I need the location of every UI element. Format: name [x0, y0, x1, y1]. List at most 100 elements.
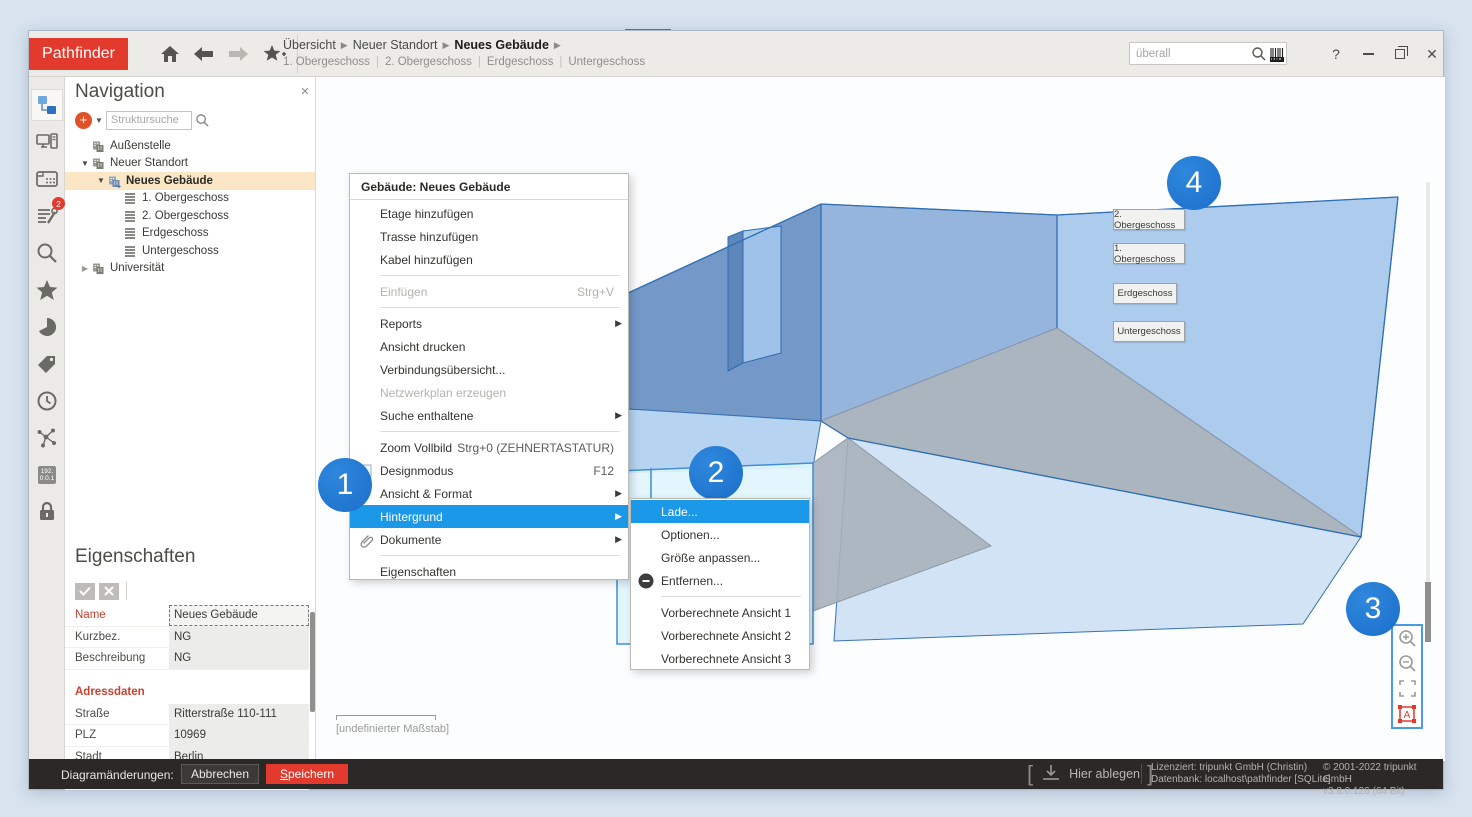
submenu-item-vorberechnete-ansicht-3[interactable]: Vorberechnete Ansicht 3 — [631, 647, 809, 670]
tree-item-neues-gebäude[interactable]: ▼Neues Gebäude — [65, 172, 315, 190]
zoom-fit-button[interactable] — [1393, 676, 1421, 701]
add-button[interactable]: + — [75, 112, 92, 129]
structure-search-input[interactable] — [106, 111, 192, 130]
property-value[interactable]: Ritterstraße 110-111 — [169, 704, 309, 725]
breadcrumb-floor-item[interactable]: Erdgeschoss — [487, 56, 553, 68]
tree-item-untergeschoss[interactable]: Untergeschoss — [65, 242, 315, 260]
context-menu-header: Gebäude: Neues Gebäude — [350, 174, 628, 200]
sidebar-item-navigation[interactable] — [31, 89, 63, 121]
back-button[interactable] — [191, 42, 217, 66]
sidebar-item-rooms[interactable] — [31, 163, 63, 195]
property-value[interactable]: Neues Gebäude — [169, 605, 309, 626]
search-input[interactable] — [1130, 48, 1251, 60]
home-button[interactable] — [157, 42, 183, 66]
breadcrumb-item[interactable]: Neues Gebäude — [454, 38, 548, 52]
breadcrumb-item[interactable]: Neuer Standort — [353, 38, 438, 52]
sidebar-item-search[interactable] — [31, 237, 63, 269]
property-label: Name — [65, 605, 169, 626]
context-menu-item-dokumente[interactable]: Dokumente▶ — [350, 528, 628, 551]
cancel-button[interactable]: Abbrechen — [181, 764, 259, 784]
tree-item-2-obergeschoss[interactable]: 2. Obergeschoss — [65, 207, 315, 225]
minimize-button[interactable] — [1353, 39, 1383, 69]
property-value[interactable]: 10969 — [169, 725, 309, 746]
context-menu-item-reports[interactable]: Reports▶ — [350, 312, 628, 335]
context-menu-item-designmodus[interactable]: ADesignmodusF12 — [350, 459, 628, 482]
properties-toolbar — [75, 582, 127, 600]
zoom-in-button[interactable] — [1393, 626, 1421, 651]
tree-item-1-obergeschoss[interactable]: 1. Obergeschoss — [65, 190, 315, 208]
sidebar-item-history[interactable] — [31, 385, 63, 417]
context-menu-item-suche-enthaltene[interactable]: Suche enthaltene▶ — [350, 404, 628, 427]
tree-expanded-icon[interactable]: ▼ — [79, 159, 91, 168]
floor-button-erdgeschoss[interactable]: Erdgeschoss — [1113, 283, 1177, 304]
submenu-item-lade[interactable]: Lade... — [631, 500, 809, 523]
submenu-item-vorberechnete-ansicht-2[interactable]: Vorberechnete Ansicht 2 — [631, 624, 809, 647]
sidebar-item-tasks[interactable]: 2 — [31, 200, 63, 232]
property-value[interactable]: NG — [169, 648, 309, 669]
submenu-item-entfernen[interactable]: Entfernen... — [631, 569, 809, 592]
context-menu-item-verbindungsübersicht[interactable]: Verbindungsübersicht... — [350, 358, 628, 381]
tree-item-universität[interactable]: ▶Universität — [65, 260, 315, 278]
floor-button-1-obergeschoss[interactable]: 1. Obergeschoss — [1113, 243, 1185, 264]
discard-button[interactable] — [99, 583, 119, 600]
context-menu-item-etage-hinzufügen[interactable]: Etage hinzufügen — [350, 202, 628, 225]
sidebar-item-topology[interactable] — [31, 422, 63, 454]
context-menu-item-kabel-hinzufügen[interactable]: Kabel hinzufügen — [350, 248, 628, 271]
forward-button[interactable] — [225, 42, 251, 66]
breadcrumb-path[interactable]: Übersicht▶Neuer Standort▶Neues Gebäude▶ — [283, 36, 645, 54]
context-menu-item-ansicht-drucken[interactable]: Ansicht drucken — [350, 335, 628, 358]
breadcrumb-separator-icon: ▶ — [443, 40, 450, 51]
sidebar-item-workplaces[interactable] — [31, 126, 63, 158]
annotation-mode-button[interactable]: A — [1393, 701, 1421, 726]
sidebar-item-favorites[interactable] — [31, 274, 63, 306]
breadcrumb-floors[interactable]: 1. Obergeschoss|2. Obergeschoss|Erdgesch… — [283, 56, 645, 68]
app-logo: Pathfinder — [29, 38, 128, 70]
sidebar-item-tags[interactable] — [31, 348, 63, 380]
breadcrumb-floor-item[interactable]: 2. Obergeschoss — [385, 56, 472, 68]
context-menu-separator — [380, 307, 620, 308]
context-menu-item-eigenschaften[interactable]: Eigenschaften — [350, 560, 628, 583]
property-value[interactable]: NG — [169, 627, 309, 648]
tree-collapsed-icon[interactable]: ▶ — [79, 264, 91, 273]
sidebar-item-lock[interactable] — [31, 496, 63, 528]
tree-expanded-icon[interactable]: ▼ — [95, 176, 107, 185]
sidebar-item-ip-address[interactable]: 192.0.0.1 — [31, 459, 63, 491]
submenu-item-vorberechnete-ansicht-1[interactable]: Vorberechnete Ansicht 1 — [631, 601, 809, 624]
tree-item-außenstelle[interactable]: Außenstelle — [65, 137, 315, 155]
canvas-scrollbar-track[interactable] — [1426, 182, 1430, 642]
navigation-close-button[interactable]: ✕ — [297, 84, 313, 100]
breadcrumb-floor-item[interactable]: 1. Obergeschoss — [283, 56, 370, 68]
menu-item-label: Dokumente — [380, 533, 628, 547]
canvas-scrollbar-thumb[interactable] — [1425, 582, 1431, 642]
breadcrumb-floor-item[interactable]: Untergeschoss — [568, 56, 645, 68]
zoom-out-button[interactable] — [1393, 651, 1421, 676]
property-label: Kurzbez. — [65, 627, 169, 648]
context-menu-item-trasse-hinzufügen[interactable]: Trasse hinzufügen — [350, 225, 628, 248]
breadcrumb-item[interactable]: Übersicht — [283, 38, 336, 52]
close-button[interactable]: ✕ — [1417, 39, 1447, 69]
navigation-toolbar: + ▼ — [75, 110, 210, 130]
drop-zone[interactable]: [ Hier ablegen ] — [1027, 759, 1153, 789]
property-row-kurzbez: Kurzbez.NG — [65, 627, 309, 649]
sidebar-item-charts[interactable] — [31, 311, 63, 343]
floor-button-untergeschoss[interactable]: Untergeschoss — [1113, 321, 1185, 342]
floor-button-2-obergeschoss[interactable]: 2. Obergeschoss — [1113, 209, 1185, 230]
menu-item-label: Designmodus — [380, 464, 593, 478]
properties-scrollbar[interactable] — [310, 612, 315, 712]
chevron-down-icon[interactable]: ▼ — [95, 116, 103, 125]
tree-item-erdgeschoss[interactable]: Erdgeschoss — [65, 225, 315, 243]
help-button[interactable]: ? — [1321, 39, 1351, 69]
statusbar: Diagramänderungen: Abbrechen Speichern [… — [29, 759, 1443, 789]
maximize-button[interactable] — [1385, 39, 1415, 69]
save-button[interactable]: Speichern — [266, 764, 348, 784]
context-menu-item-zoom-vollbild[interactable]: Zoom VollbildStrg+0 (ZEHNERTASTATUR) — [350, 436, 628, 459]
search-icon[interactable] — [195, 113, 210, 128]
search-icon[interactable] — [1251, 46, 1267, 62]
tree-item-neuer-standort[interactable]: ▼Neuer Standort — [65, 155, 315, 173]
apply-button[interactable] — [75, 583, 95, 600]
context-menu-item-ansicht-format[interactable]: Ansicht & Format▶ — [350, 482, 628, 505]
submenu-item-optionen[interactable]: Optionen... — [631, 523, 809, 546]
submenu-item-größe-anpassen[interactable]: Größe anpassen... — [631, 546, 809, 569]
context-menu-item-hintergrund[interactable]: Hintergrund▶ — [350, 505, 628, 528]
barcode-scan-icon[interactable] — [1270, 46, 1284, 62]
